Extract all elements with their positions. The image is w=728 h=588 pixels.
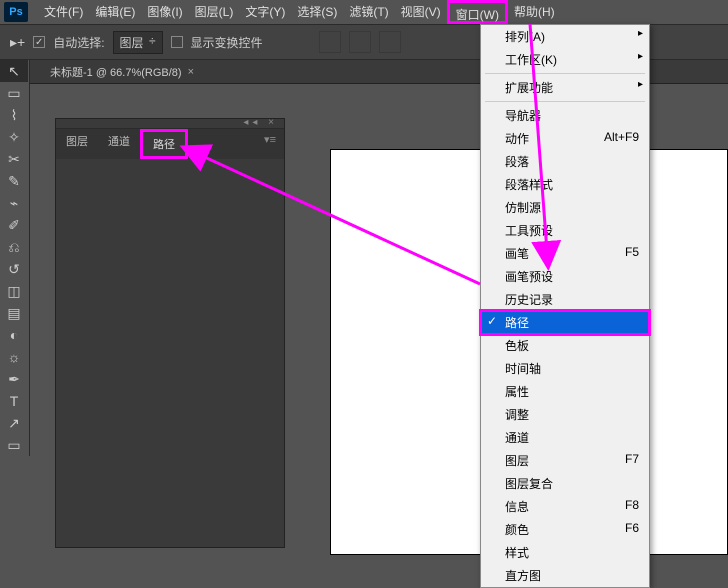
blur-tool[interactable]: ◐ [0,324,28,346]
menu-select[interactable]: 选择(S) [291,0,343,24]
menu-history[interactable]: 历史记录 [481,288,649,311]
close-tab-icon[interactable]: × [188,66,194,78]
dodge-tool[interactable]: ☼ [0,346,28,368]
menu-file[interactable]: 文件(F) [38,0,89,24]
menu-properties[interactable]: 属性 [481,380,649,403]
document-tab[interactable]: 未标题-1 @ 66.7%(RGB/8) × [40,64,204,80]
align-icon-2[interactable] [349,31,371,53]
show-transform-checkbox[interactable] [171,36,183,48]
menu-filter[interactable]: 滤镜(T) [343,0,394,24]
menu-swatch[interactable]: 色板 [481,334,649,357]
menu-paragraph[interactable]: 段落 [481,150,649,173]
menu-paths[interactable]: ✓路径 [481,311,649,334]
pen-tool[interactable]: ✒ [0,368,28,390]
menu-tool-presets[interactable]: 工具预设 [481,219,649,242]
move-tool[interactable]: ↖ [0,60,28,82]
healing-tool[interactable]: ⌁ [0,192,28,214]
menu-clone[interactable]: 仿制源 [481,196,649,219]
menu-info[interactable]: 信息F8 [481,495,649,518]
menu-extensions[interactable]: 扩展功能 [481,76,649,99]
autoselect-value: 图层 [120,34,144,51]
menu-help[interactable]: 帮助(H) [508,0,561,24]
paths-panel: ◂◂ × 图层 通道 路径 ▾≡ [55,118,285,548]
menu-type[interactable]: 文字(Y) [239,0,291,24]
menu-navigator[interactable]: 导航器 [481,104,649,127]
marquee-tool[interactable]: ▭ [0,82,28,104]
menu-window[interactable]: 窗口(W) [447,0,508,24]
menu-layers[interactable]: 图层F7 [481,449,649,472]
magic-wand-tool[interactable]: ✧ [0,126,28,148]
lasso-tool[interactable]: ⌇ [0,104,28,126]
menu-layer-comps[interactable]: 图层复合 [481,472,649,495]
panel-collapse-icon[interactable]: ◂◂ × [243,117,278,128]
menu-actions[interactable]: 动作Alt+F9 [481,127,649,150]
menu-timeline[interactable]: 时间轴 [481,357,649,380]
menu-channels[interactable]: 通道 [481,426,649,449]
align-icon-1[interactable] [319,31,341,53]
path-select-tool[interactable]: ↗ [0,412,28,434]
menu-histogram[interactable]: 直方图 [481,564,649,587]
menu-layer[interactable]: 图层(L) [189,0,240,24]
move-tool-icon: ▸+ [10,34,25,51]
type-tool[interactable]: T [0,390,28,412]
menu-image[interactable]: 图像(I) [141,0,188,24]
gradient-tool[interactable]: ▤ [0,302,28,324]
panel-tabs: 图层 通道 路径 ▾≡ [56,129,284,159]
menu-styles[interactable]: 样式 [481,541,649,564]
menu-color[interactable]: 颜色F6 [481,518,649,541]
menu-workspace[interactable]: 工作区(K) [481,48,649,71]
panel-tab-channels[interactable]: 通道 [98,129,140,159]
panel-menu-icon[interactable]: ▾≡ [256,129,284,159]
check-icon: ✓ [487,314,497,328]
shape-tool[interactable]: ▭ [0,434,28,456]
menu-brush-presets[interactable]: 画笔预设 [481,265,649,288]
autoselect-checkbox[interactable]: ✓ [33,36,45,48]
menu-brush[interactable]: 画笔F5 [481,242,649,265]
toolbox: ↖ ▭ ⌇ ✧ ✂ ✎ ⌁ ✐ ⎌ ↺ ◫ ▤ ◐ ☼ ✒ T ↗ ▭ [0,60,30,456]
app-logo: Ps [4,2,28,22]
window-menu-dropdown: 排列(A) 工作区(K) 扩展功能 导航器 动作Alt+F9 段落 段落样式 仿… [480,24,650,588]
menu-separator [485,101,645,102]
document-tab-label: 未标题-1 @ 66.7%(RGB/8) [50,64,182,80]
menu-edit[interactable]: 编辑(E) [89,0,141,24]
menu-view[interactable]: 视图(V) [395,0,447,24]
menu-separator [485,73,645,74]
stamp-tool[interactable]: ⎌ [0,236,28,258]
menu-para-styles[interactable]: 段落样式 [481,173,649,196]
menu-bar: Ps 文件(F) 编辑(E) 图像(I) 图层(L) 文字(Y) 选择(S) 滤… [0,0,728,24]
panel-header[interactable]: ◂◂ × [56,119,284,129]
menu-adjust[interactable]: 调整 [481,403,649,426]
show-transform-label: 显示变换控件 [191,34,263,51]
history-brush-tool[interactable]: ↺ [0,258,28,280]
panel-tab-paths[interactable]: 路径 [140,129,188,159]
panel-tab-layers[interactable]: 图层 [56,129,98,159]
eyedropper-tool[interactable]: ✎ [0,170,28,192]
autoselect-label: 自动选择: [53,34,104,51]
eraser-tool[interactable]: ◫ [0,280,28,302]
caret-icon: ÷ [149,34,156,51]
brush-tool[interactable]: ✐ [0,214,28,236]
align-icon-3[interactable] [379,31,401,53]
menu-arrange[interactable]: 排列(A) [481,25,649,48]
crop-tool[interactable]: ✂ [0,148,28,170]
autoselect-dropdown[interactable]: 图层 ÷ [113,31,163,54]
